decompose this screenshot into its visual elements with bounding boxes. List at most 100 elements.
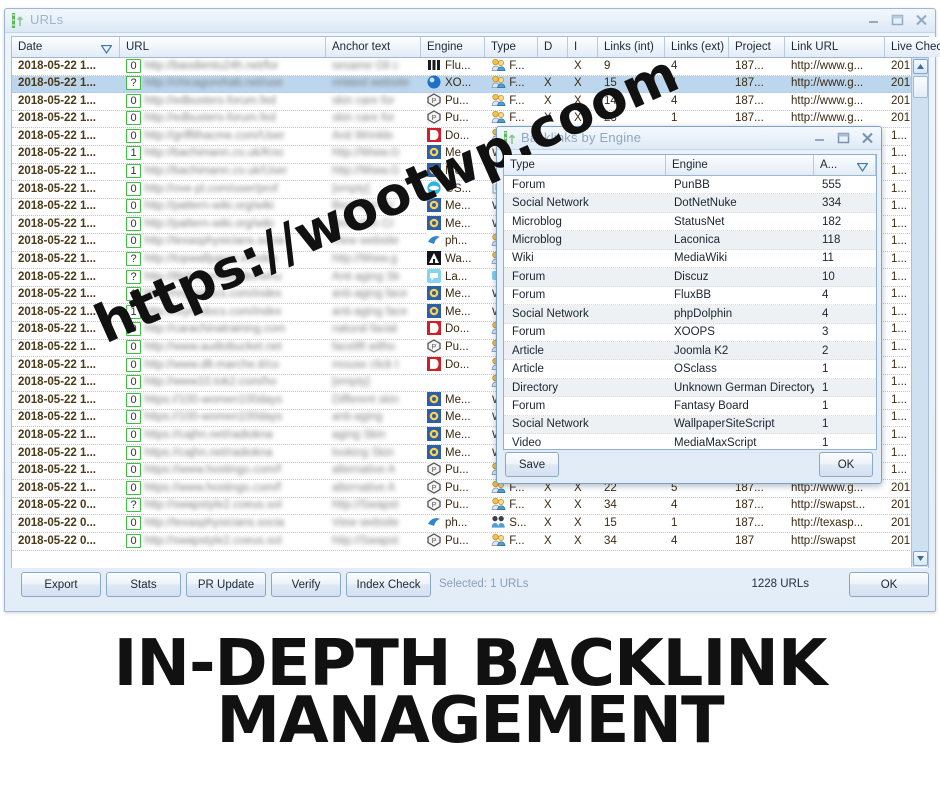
- cell-date: 2018-05-22 1...: [18, 428, 97, 441]
- cell-engine: Me...: [445, 147, 471, 160]
- table-cell: 2018-05-22 1...: [12, 233, 120, 251]
- column-header-links-ext[interactable]: Links (ext): [665, 37, 729, 57]
- column-header-d[interactable]: D: [538, 37, 568, 57]
- column-header-engine[interactable]: Engine: [421, 37, 485, 57]
- save-button[interactable]: Save: [505, 452, 559, 477]
- column-header-links-int[interactable]: Links (int): [598, 37, 665, 57]
- table-cell: 0 http://www10.tok2.com/ho: [120, 374, 326, 392]
- column-header-label: D: [544, 41, 553, 53]
- table-cell: 0 https://100-women100days: [120, 392, 326, 410]
- column-header-project[interactable]: Project: [729, 37, 785, 57]
- cell-link-url: http://texasp...: [791, 516, 864, 529]
- table-row[interactable]: 2018-05-22 0... 0 http://swapstyle2.coeus…: [12, 532, 928, 551]
- table-cell: X: [568, 497, 598, 515]
- cell-i: X: [574, 59, 582, 72]
- cell-url: http://ove-pl.com/user/prof: [144, 182, 278, 195]
- stats-button[interactable]: Stats: [106, 572, 181, 597]
- scroll-down-icon[interactable]: [913, 551, 928, 566]
- minimize-icon[interactable]: [866, 13, 881, 27]
- table-row[interactable]: 2018-05-22 1...? http://chicagorehab.net…: [12, 75, 928, 94]
- cell-links-int: 14: [604, 94, 617, 107]
- column-header-label: Engine: [427, 41, 463, 53]
- column-header-date[interactable]: Date: [12, 37, 120, 57]
- engine-row[interactable]: Microblog Laconica 118: [504, 231, 876, 250]
- pr-update-button[interactable]: PR Update: [186, 572, 266, 597]
- urls-grid-scrollbar[interactable]: [911, 58, 928, 567]
- pr-badge: 1: [126, 304, 141, 319]
- mediawiki-icon: [427, 215, 441, 230]
- index-check-button[interactable]: Index Check: [346, 572, 431, 597]
- table-row[interactable]: 2018-05-22 0... 0 http://texasphysicians.…: [12, 514, 928, 534]
- engine-row[interactable]: Social Network DotNetNuke 334: [504, 194, 876, 213]
- dialog-maximize-icon[interactable]: [836, 131, 851, 145]
- cell-date: 2018-05-22 0...: [18, 534, 97, 547]
- engine-row[interactable]: Wiki MediaWiki 11: [504, 250, 876, 269]
- cell-engine-name: phpDolphin: [674, 307, 733, 320]
- table-cell: S...: [485, 515, 538, 533]
- ok-button[interactable]: OK: [849, 572, 929, 597]
- engine-row[interactable]: Microblog StatusNet 182: [504, 213, 876, 232]
- cell-project: 187...: [735, 499, 764, 512]
- dialog-minimize-icon[interactable]: [812, 131, 827, 145]
- cell-engine-type: Microblog: [512, 234, 562, 247]
- cell-links-int: 9: [604, 59, 611, 72]
- table-cell: 2018-05-22 1...: [12, 409, 120, 427]
- column-header-anchor-text[interactable]: Anchor text: [326, 37, 421, 57]
- dialog-column-header-type[interactable]: Type: [504, 155, 666, 175]
- cell-engine-amount: 3: [822, 326, 829, 339]
- table-cell: ? http://tlink.com/abedionehu: [120, 269, 326, 287]
- column-header-i[interactable]: I: [568, 37, 598, 57]
- close-icon[interactable]: [914, 13, 929, 27]
- table-row[interactable]: 2018-05-22 0...? http://swapstyle2.coeus…: [12, 497, 928, 516]
- maximize-icon[interactable]: [890, 13, 905, 27]
- table-row[interactable]: 2018-05-22 1... 0 http://baodientu24h.net…: [12, 58, 928, 76]
- column-header-url[interactable]: URL: [120, 37, 326, 57]
- engine-row[interactable]: Directory Unknown German Directory 1: [504, 378, 876, 398]
- table-cell: http://Swapst: [326, 533, 421, 551]
- wallpaper-icon: [427, 251, 441, 266]
- column-header-type[interactable]: Type: [485, 37, 538, 57]
- cell-date: 2018-05-22 1...: [18, 341, 97, 353]
- table-cell: 2018-05-22 1...: [12, 145, 120, 163]
- dialog-column-header-a[interactable]: A...: [814, 155, 876, 175]
- table-cell: skin care for: [326, 110, 421, 128]
- dialog-column-header-engine[interactable]: Engine: [666, 155, 814, 175]
- engine-table-header: Type Engine A...: [504, 155, 876, 176]
- engine-row[interactable]: Social Network WallpaperSiteScript 1: [504, 415, 876, 435]
- scrollbar-thumb[interactable]: [913, 76, 928, 98]
- table-cell: http://www.g...: [785, 58, 885, 75]
- dialog-ok-button[interactable]: OK: [819, 452, 873, 477]
- verify-button[interactable]: Verify: [271, 572, 341, 597]
- engine-row[interactable]: Social Network phpDolphin 4: [504, 305, 876, 324]
- table-cell: ? http://chicagorehab.net/use: [120, 75, 326, 93]
- column-header-live-check[interactable]: Live Check: [885, 37, 940, 57]
- pr-badge: 1: [126, 146, 141, 161]
- cell-anchor: anti-aging face: [332, 288, 408, 301]
- table-cell: 2018-05-22 1...: [12, 374, 120, 392]
- mediawiki-icon: [427, 286, 441, 301]
- engine-row[interactable]: Forum XOOPS 3: [504, 324, 876, 342]
- cell-date: 2018-05-22 1...: [18, 464, 97, 477]
- engine-row[interactable]: Article Joomla K2 2: [504, 341, 876, 361]
- engine-row[interactable]: Forum PunBB 555: [504, 176, 876, 195]
- engine-row[interactable]: Forum FluxBB 4: [504, 287, 876, 306]
- column-header-link-url[interactable]: Link URL: [785, 37, 885, 57]
- cell-anchor: View website: [332, 516, 399, 529]
- table-row[interactable]: 2018-05-22 1... 0 http://edbusters-forum.…: [12, 92, 928, 111]
- cell-engine-amount: 1: [822, 418, 829, 431]
- cell-links-ext: 4: [671, 534, 678, 547]
- cell-url: http://edbusters-forum.fed: [144, 112, 276, 125]
- table-cell: 4: [665, 497, 729, 515]
- cell-live-check: 1...: [891, 270, 907, 283]
- cell-engine-name: XOOPS: [674, 326, 715, 339]
- export-button[interactable]: Export: [21, 572, 101, 597]
- cell-url: https://cajhn.net/radiokna: [144, 428, 273, 441]
- cell-engine-amount: 182: [822, 215, 842, 228]
- engine-row[interactable]: Forum Discuz 10: [504, 268, 876, 287]
- pr-badge: 0: [126, 111, 141, 126]
- scroll-up-icon[interactable]: [913, 59, 928, 74]
- column-header-label: Link URL: [791, 41, 839, 53]
- engine-row[interactable]: Article OSclass 1: [504, 360, 876, 379]
- dialog-close-icon[interactable]: [860, 131, 875, 145]
- engine-row[interactable]: Forum Fantasy Board 1: [504, 397, 876, 416]
